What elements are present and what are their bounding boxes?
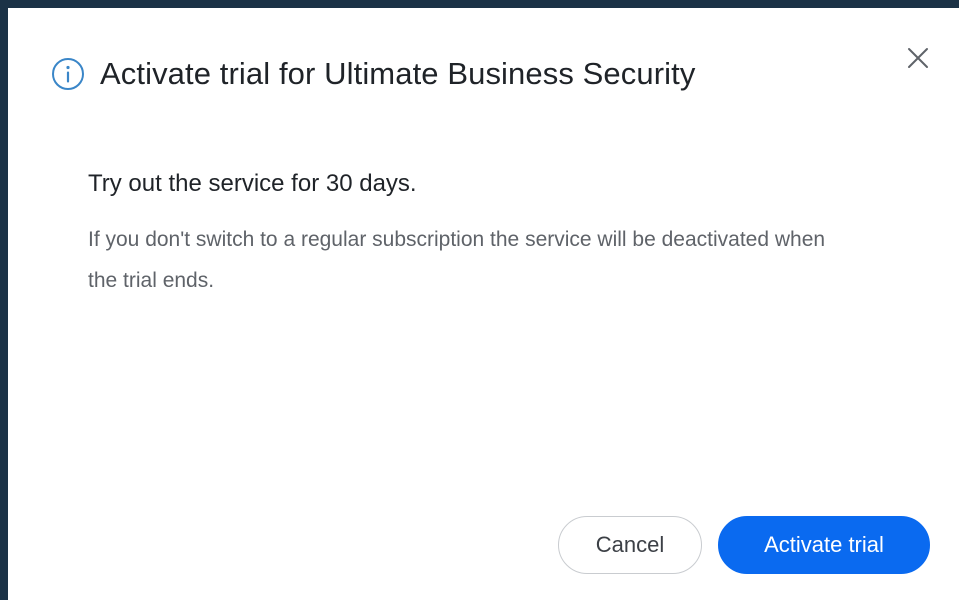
cancel-button[interactable]: Cancel bbox=[558, 516, 702, 574]
dialog-footer: Cancel Activate trial bbox=[558, 516, 930, 574]
activate-trial-button[interactable]: Activate trial bbox=[718, 516, 930, 574]
close-icon bbox=[907, 47, 929, 72]
close-button[interactable] bbox=[901, 42, 935, 76]
info-circle-icon bbox=[50, 56, 86, 92]
dialog-header: Activate trial for Ultimate Business Sec… bbox=[50, 52, 695, 96]
dialog-content: Try out the service for 30 days. If you … bbox=[88, 168, 888, 301]
dialog-subtitle: Try out the service for 30 days. bbox=[88, 170, 417, 197]
activate-trial-dialog: Activate trial for Ultimate Business Sec… bbox=[8, 8, 959, 600]
dialog-body-text: If you don't switch to a regular subscri… bbox=[88, 228, 826, 293]
dialog-title: Activate trial for Ultimate Business Sec… bbox=[100, 56, 696, 91]
